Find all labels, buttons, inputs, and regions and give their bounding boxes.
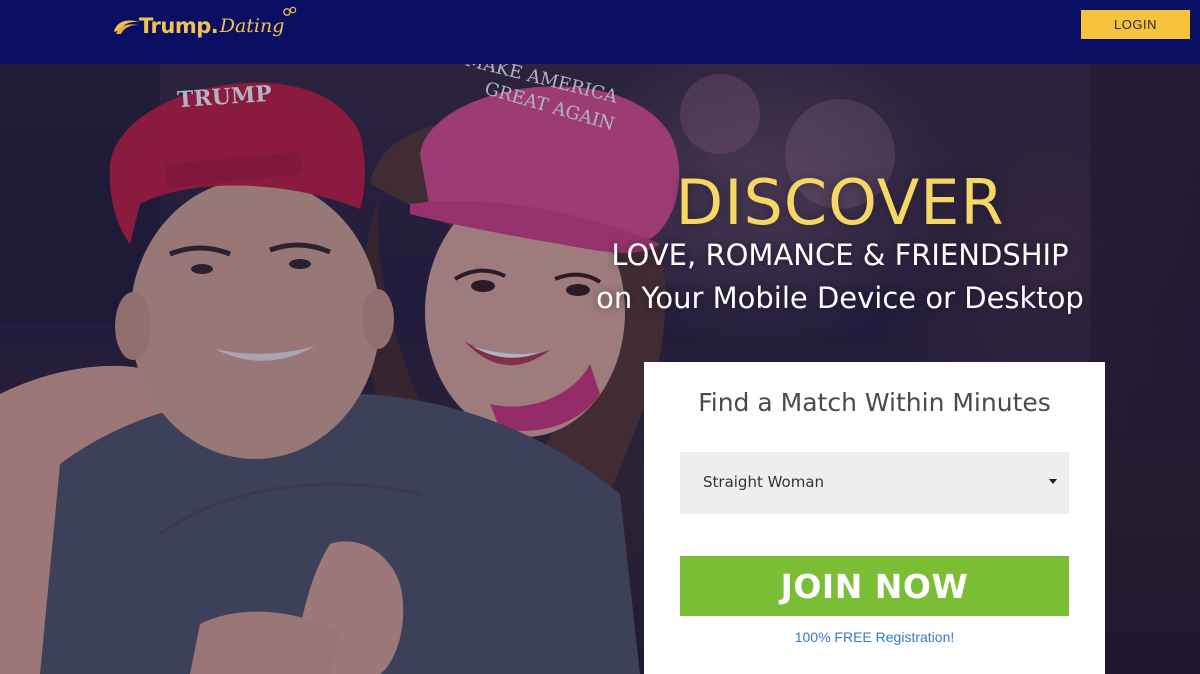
headline-subline-1: LOVE, ROMANCE & FRIENDSHIP [611, 238, 1069, 272]
logo-hair-icon [114, 20, 140, 34]
hero-headline: DISCOVER LOVE, ROMANCE & FRIENDSHIP on Y… [560, 167, 1120, 321]
site-logo[interactable]: Trump. Dating [112, 6, 297, 46]
top-nav-bar: Trump. Dating LOGIN [0, 0, 1200, 64]
form-title: Find a Match Within Minutes [698, 388, 1051, 417]
logo-sub-text: Dating [219, 15, 285, 37]
signup-form-card: Find a Match Within Minutes Straight Wom… [644, 362, 1105, 674]
login-button[interactable]: LOGIN [1081, 10, 1190, 39]
select-value: Straight Woman [703, 473, 825, 491]
hero-section: MAKE AMERICA GREAT AGAIN TRUMP DISCOVER … [0, 64, 1200, 674]
logo-main-text: Trump [139, 14, 211, 38]
headline-subline-2: on Your Mobile Device or Desktop [596, 281, 1084, 315]
caret-down-icon [1049, 479, 1057, 484]
headline-discover: DISCOVER [675, 166, 1005, 239]
hearts-icon [283, 6, 297, 16]
free-registration-link[interactable]: 100% FREE Registration! [644, 629, 1105, 645]
gender-preference-select[interactable]: Straight Woman [680, 452, 1069, 514]
join-now-button[interactable]: JOIN NOW [680, 556, 1069, 616]
logo-dot: . [210, 14, 219, 38]
